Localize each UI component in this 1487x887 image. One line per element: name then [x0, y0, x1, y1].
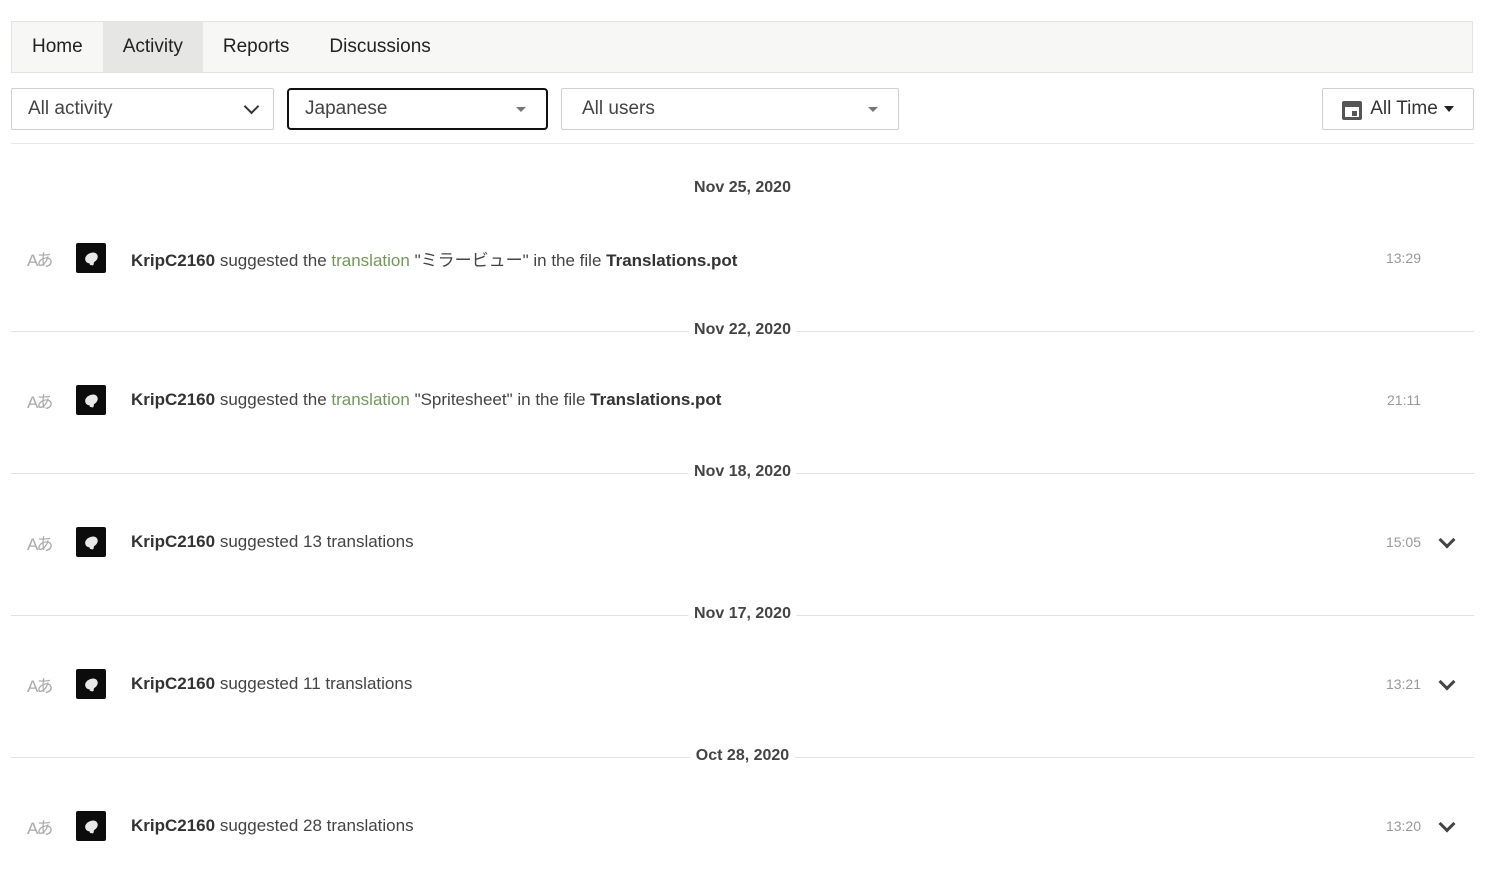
timestamp: 21:11	[1387, 392, 1421, 408]
translate-icon: Aあ	[27, 534, 53, 554]
calendar-icon	[1342, 98, 1363, 120]
user-link[interactable]: KripC2160	[131, 251, 215, 270]
chevron-down-icon	[243, 98, 260, 115]
tab-discussions[interactable]: Discussions	[309, 22, 450, 72]
time-range-label: All Time	[1370, 98, 1438, 119]
chevron-down-icon[interactable]	[1438, 673, 1456, 690]
translate-icon: Aあ	[27, 250, 53, 270]
language-filter-select[interactable]: Japanese	[287, 88, 548, 130]
timestamp: 13:29	[1385, 250, 1421, 266]
timestamp: 15:05	[1385, 534, 1421, 550]
timestamp: 13:21	[1385, 676, 1421, 692]
file-name: Translations.pot	[606, 250, 738, 270]
date-label: Oct 28, 2020	[689, 747, 796, 765]
activity-row: Aあ KripC2160 suggested 28 translations 1…	[11, 806, 1474, 846]
activity-row: Aあ KripC2160 suggested the translation "…	[11, 380, 1474, 420]
caret-down-icon	[1443, 106, 1454, 112]
activity-row: Aあ KripC2160 suggested the translation "…	[11, 238, 1474, 278]
user-link[interactable]: KripC2160	[131, 816, 215, 835]
activity-row: Aあ KripC2160 suggested 11 translations 1…	[11, 664, 1474, 704]
date-separator: Nov 22, 2020	[11, 321, 1474, 339]
tab-reports[interactable]: Reports	[203, 22, 310, 72]
translate-icon: Aあ	[27, 818, 53, 838]
date-separator: Nov 25, 2020	[11, 179, 1474, 197]
user-link[interactable]: KripC2160	[131, 532, 215, 551]
avatar[interactable]	[76, 811, 106, 841]
user-link[interactable]: KripC2160	[131, 674, 215, 693]
activity-text: KripC2160 suggested 13 translations	[131, 532, 414, 552]
user-link[interactable]: KripC2160	[131, 390, 215, 409]
activity-filter-select[interactable]: All activity	[11, 88, 274, 130]
chevron-down-icon[interactable]	[1438, 815, 1456, 832]
date-label: Nov 17, 2020	[688, 605, 797, 623]
file-name: Translations.pot	[590, 390, 722, 409]
chevron-down-icon[interactable]	[1438, 531, 1456, 548]
date-label: Nov 22, 2020	[688, 321, 797, 339]
avatar[interactable]	[76, 669, 106, 699]
users-filter-value: All users	[582, 98, 655, 119]
activity-filter-value: All activity	[28, 98, 113, 119]
activity-summary: suggested 28 translations	[219, 816, 414, 835]
timestamp: 13:20	[1385, 818, 1421, 834]
date-separator: Nov 17, 2020	[11, 605, 1474, 623]
date-label: Nov 25, 2020	[688, 179, 797, 197]
translate-icon: Aあ	[27, 392, 53, 412]
caret-down-icon	[868, 106, 878, 112]
translation-link[interactable]: translation	[331, 251, 409, 270]
activity-text: KripC2160 suggested the translation "ミラー…	[131, 250, 738, 270]
divider	[11, 143, 1474, 144]
translation-value: "Spritesheet"	[414, 390, 513, 409]
language-filter-value: Japanese	[305, 98, 388, 119]
activity-text: KripC2160 suggested the translation "Spr…	[131, 390, 722, 409]
date-separator: Oct 28, 2020	[11, 747, 1474, 765]
tab-home[interactable]: Home	[12, 22, 103, 72]
activity-text: KripC2160 suggested 11 translations	[131, 674, 412, 694]
avatar[interactable]	[76, 527, 106, 557]
avatar[interactable]	[76, 385, 106, 415]
date-separator: Nov 18, 2020	[11, 463, 1474, 481]
translation-link[interactable]: translation	[331, 390, 409, 409]
activity-summary: suggested 13 translations	[219, 532, 414, 551]
translation-value: "ミラービュー"	[414, 250, 529, 270]
tab-activity[interactable]: Activity	[102, 22, 203, 72]
activity-summary: suggested 11 translations	[219, 674, 413, 693]
nav-tabs: Home Activity Reports Discussions	[11, 21, 1473, 73]
activity-text: KripC2160 suggested 28 translations	[131, 816, 414, 836]
avatar[interactable]	[76, 243, 106, 273]
time-range-button[interactable]: All Time	[1322, 88, 1474, 130]
caret-down-icon	[516, 106, 526, 112]
translate-icon: Aあ	[27, 676, 53, 696]
date-label: Nov 18, 2020	[688, 463, 797, 481]
activity-row: Aあ KripC2160 suggested 13 translations 1…	[11, 522, 1474, 562]
users-filter-select[interactable]: All users	[561, 88, 899, 130]
